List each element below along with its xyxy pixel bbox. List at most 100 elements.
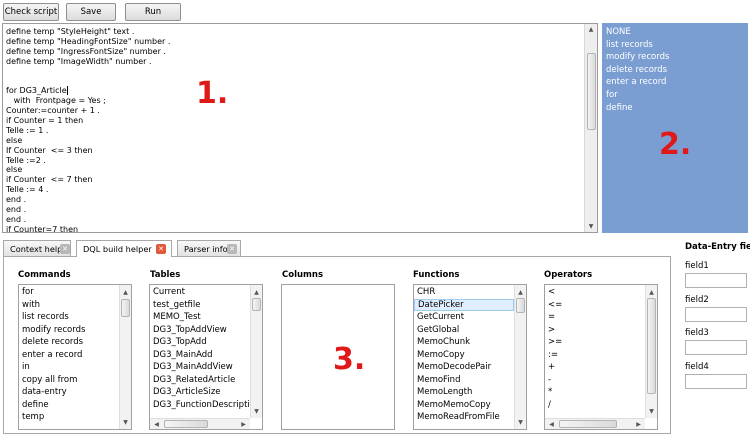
chevron-right-icon[interactable]: ▶ [633, 419, 644, 429]
chevron-up-icon[interactable]: ▲ [251, 287, 262, 297]
commands-list-item[interactable]: copy all from [19, 374, 119, 387]
command-list-item[interactable]: NONE [602, 26, 748, 39]
functions-vertical-scrollbar[interactable]: ▲ ▼ [514, 285, 526, 429]
operators-list-item[interactable]: + [545, 361, 645, 374]
script-editor-text[interactable]: define temp "StyleHeight" text . define t… [6, 27, 586, 232]
code-line[interactable]: define temp "StyleHeight" text . [6, 27, 586, 37]
tables-list-item[interactable]: DG3_ArticleSize [150, 386, 250, 399]
chevron-down-icon[interactable]: ▼ [585, 221, 597, 232]
tables-list-item[interactable]: test_getfile [150, 299, 250, 312]
operators-list-item[interactable]: <= [545, 299, 645, 312]
functions-list-item[interactable]: MemoReadFromFile [414, 411, 514, 424]
code-line[interactable]: end . [6, 215, 586, 225]
commands-list-item[interactable]: enter a record [19, 349, 119, 362]
code-line[interactable]: Telle :=2 . [6, 156, 586, 166]
operators-listbox[interactable]: < <= = > >=:= + - * / ▲ ▼ ◀ ▶ [544, 284, 658, 430]
functions-scroll-thumb[interactable] [516, 298, 525, 313]
tables-listbox[interactable]: Current test_getfile MEMO_Test DG3_TopAddVi… [149, 284, 263, 430]
code-line[interactable]: define temp "HeadingFontSize" number . [6, 37, 586, 47]
functions-list-item[interactable]: MemoCopy [414, 349, 514, 362]
functions-list-item[interactable]: DatePicker [414, 298, 514, 311]
code-line[interactable]: if Counter=7 then [6, 225, 586, 232]
chevron-right-icon[interactable]: ▶ [238, 419, 249, 429]
functions-list-item[interactable]: MemoDecodePair [414, 361, 514, 374]
functions-list-item[interactable]: GetCurrent [414, 311, 514, 324]
field3-input[interactable] [685, 340, 747, 355]
operators-hscroll-thumb[interactable] [559, 420, 617, 428]
chevron-down-icon[interactable]: ▼ [120, 417, 131, 427]
functions-list-item[interactable]: MemoChunk [414, 336, 514, 349]
tables-list-item[interactable]: DG3_RelatedArticle [150, 374, 250, 387]
code-line[interactable]: else [6, 136, 586, 146]
field2-input[interactable] [685, 307, 747, 322]
script-editor[interactable]: define temp "StyleHeight" text . define t… [2, 23, 598, 233]
operators-list-item[interactable]: = [545, 311, 645, 324]
tab-dql-build-helper[interactable]: DQL build helper ✕ [76, 240, 172, 257]
commands-list-item[interactable]: with [19, 299, 119, 312]
code-line[interactable]: for DG3_Article [6, 86, 586, 96]
chevron-down-icon[interactable]: ▼ [515, 417, 526, 427]
tab-context-help[interactable]: Context help ✕ [3, 240, 71, 256]
functions-list-item[interactable]: MemoFind [414, 374, 514, 387]
code-line[interactable]: define temp "ImageWidth" number . [6, 57, 586, 67]
tables-list-item[interactable]: Current [150, 286, 250, 299]
commands-list-item[interactable]: temp [19, 411, 119, 424]
tables-list-item[interactable]: DG3_TopAdd [150, 336, 250, 349]
chevron-up-icon[interactable]: ▲ [120, 287, 131, 297]
check-script-button[interactable]: Check script [3, 3, 59, 21]
code-line[interactable]: else [6, 165, 586, 175]
operators-list-item[interactable]: >= [545, 336, 645, 349]
commands-list-item[interactable]: define [19, 399, 119, 412]
code-line[interactable]: with Frontpage = Yes ; [6, 96, 586, 106]
operators-list-item[interactable]: / [545, 399, 645, 412]
field1-input[interactable] [685, 273, 747, 288]
tables-list-item[interactable]: MEMO_Test [150, 311, 250, 324]
operators-list-item[interactable]: > [545, 324, 645, 337]
operators-scroll-thumb[interactable] [647, 298, 656, 394]
command-list-item[interactable]: modify records [602, 51, 748, 64]
tables-list-item[interactable]: DG3_MainAddView [150, 361, 250, 374]
functions-list-item[interactable]: MemoLength [414, 386, 514, 399]
commands-list-item[interactable]: data-entry [19, 386, 119, 399]
operators-list-item[interactable]: - [545, 374, 645, 387]
field4-input[interactable] [685, 374, 747, 389]
tab-parser-info[interactable]: Parser info ✕ [177, 240, 241, 256]
command-list-item[interactable]: for [602, 89, 748, 102]
chevron-left-icon[interactable]: ◀ [546, 419, 557, 429]
code-line[interactable]: define temp "IngressFontSize" number . [6, 47, 586, 57]
tables-vertical-scrollbar[interactable]: ▲ ▼ [250, 285, 262, 418]
close-icon[interactable]: ✕ [60, 244, 70, 254]
code-line[interactable]: if Counter = 1 then [6, 116, 586, 126]
operators-list-item[interactable]: * [545, 386, 645, 399]
code-line[interactable]: end . [6, 195, 586, 205]
chevron-down-icon[interactable]: ▼ [251, 406, 262, 416]
tables-list-item[interactable]: DG3_TopAddView [150, 324, 250, 337]
operators-horizontal-scrollbar[interactable]: ◀ ▶ [545, 418, 645, 429]
close-icon[interactable]: ✕ [227, 244, 237, 254]
code-line[interactable]: end . [6, 205, 586, 215]
code-line[interactable]: if Counter <= 7 then [6, 175, 586, 185]
code-line[interactable]: Telle := 4 . [6, 185, 586, 195]
tables-list-item[interactable]: DG3_FunctionDescriptio [150, 399, 250, 412]
commands-list-item[interactable]: delete records [19, 336, 119, 349]
commands-list-item[interactable]: modify records [19, 324, 119, 337]
code-line[interactable]: Telle := 1 . [6, 126, 586, 136]
functions-list-item[interactable]: CHR [414, 286, 514, 299]
code-line[interactable] [6, 67, 586, 77]
chevron-up-icon[interactable]: ▲ [515, 287, 526, 297]
tables-list-item[interactable]: DG3_MainAdd [150, 349, 250, 362]
close-icon[interactable]: ✕ [156, 244, 166, 254]
chevron-up-icon[interactable]: ▲ [585, 24, 597, 35]
functions-list-item[interactable]: MemoMemoCopy [414, 399, 514, 412]
operators-list-item[interactable]: < [545, 286, 645, 299]
code-line[interactable]: If Counter <= 3 then [6, 146, 586, 156]
commands-vertical-scrollbar[interactable]: ▲ ▼ [119, 285, 131, 429]
code-line[interactable] [6, 76, 586, 86]
operators-vertical-scrollbar[interactable]: ▲ ▼ [645, 285, 657, 418]
commands-list-item[interactable]: list records [19, 311, 119, 324]
run-button[interactable]: Run [125, 3, 181, 21]
tables-horizontal-scrollbar[interactable]: ◀ ▶ [150, 418, 250, 429]
commands-listbox[interactable]: for with list records modify records delete … [18, 284, 132, 430]
chevron-left-icon[interactable]: ◀ [151, 419, 162, 429]
command-list-item[interactable]: delete records [602, 64, 748, 77]
